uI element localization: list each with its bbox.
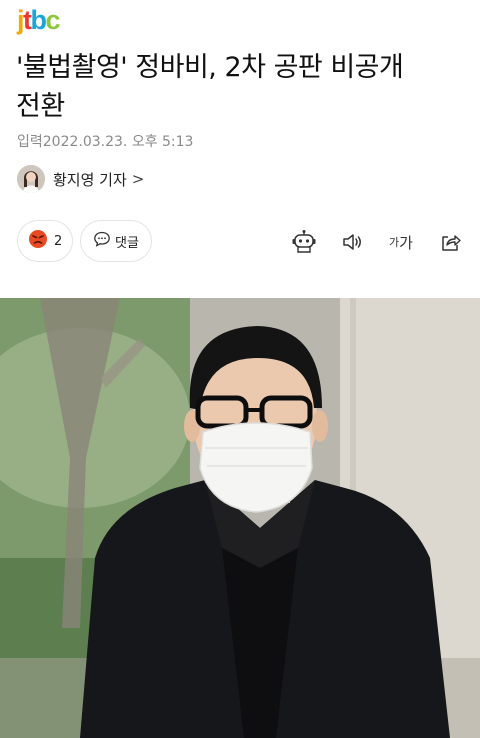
reporter-link[interactable]: 황지영 기자 > — [17, 165, 144, 193]
share-icon[interactable] — [436, 228, 464, 256]
comment-label: 댓글 — [115, 235, 139, 251]
robot-icon[interactable] — [290, 228, 318, 256]
article-title: '불법촬영' 정바비, 2차 공판 비공개 전환 — [16, 48, 466, 126]
comment-icon — [93, 230, 111, 252]
font-size-icon[interactable]: 가가 — [385, 228, 417, 256]
font-size-big-label: 가 — [399, 233, 413, 252]
article-photo — [0, 298, 480, 738]
logo-text: jtbc — [17, 4, 60, 35]
speaker-icon[interactable] — [338, 228, 366, 256]
publish-timestamp: 입력2022.03.23. 오후 5:13 — [17, 134, 194, 150]
reaction-count: 2 — [54, 233, 63, 249]
jtbc-logo[interactable]: jtbc — [17, 4, 60, 35]
comment-button[interactable]: 댓글 — [80, 220, 152, 262]
angry-reaction-icon — [28, 229, 48, 253]
title-line-1: '불법촬영' 정바비, 2차 공판 비공개 — [16, 52, 404, 83]
chevron-right-icon: > — [131, 170, 145, 188]
reaction-button[interactable]: 2 — [17, 220, 73, 262]
reporter-avatar — [17, 165, 45, 193]
font-size-small-label: 가 — [389, 236, 400, 249]
reporter-name: 황지영 기자 — [53, 170, 127, 189]
title-line-2: 전환 — [16, 91, 65, 122]
